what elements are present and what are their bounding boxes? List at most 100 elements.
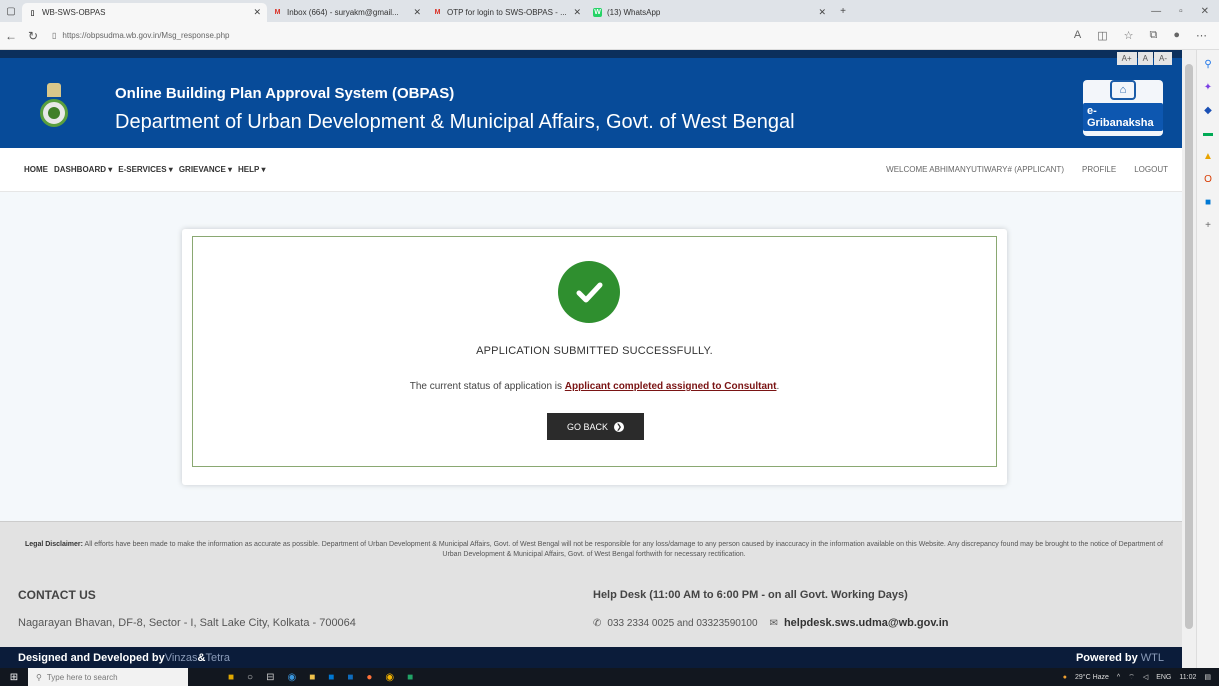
designer-link-1[interactable]: Vinzas xyxy=(165,652,198,664)
url-text: https://obpsudma.wb.gov.in/Msg_response.… xyxy=(62,31,230,40)
add-icon[interactable]: + xyxy=(1202,219,1214,231)
office-o-icon[interactable]: O xyxy=(1202,173,1214,185)
helpdesk-contacts: ✆ 033 2334 0025 and 03323590100 ✉ helpde… xyxy=(593,617,949,629)
page-scrollbar[interactable] xyxy=(1182,50,1196,668)
close-window-icon[interactable]: ✕ xyxy=(1201,6,1209,17)
language-indicator[interactable]: ENG xyxy=(1156,674,1171,681)
split-screen-icon[interactable]: ◫ xyxy=(1097,29,1107,42)
search-icon: ⚲ xyxy=(36,672,42,682)
task-view-icon[interactable]: ○ xyxy=(247,672,253,683)
gmail-icon: M xyxy=(274,9,281,16)
close-tab-icon[interactable]: ✕ xyxy=(573,7,581,18)
helpdesk-heading: Help Desk (11:00 AM to 6:00 PM - on all … xyxy=(593,589,908,601)
web-page: A+ A A- Online Building Plan Approval Sy… xyxy=(0,50,1182,668)
tray-chevron-icon[interactable]: ^ xyxy=(1117,674,1120,681)
network-icon[interactable]: ⌔ xyxy=(1128,673,1135,682)
weather-text[interactable]: 29°C Haze xyxy=(1075,674,1109,681)
font-normal-button[interactable]: A xyxy=(1137,52,1153,65)
mail-icon: ✉ xyxy=(769,617,778,629)
nav-help[interactable]: HELP ▾ xyxy=(238,165,265,174)
west-bengal-emblem xyxy=(40,83,68,141)
font-decrease-button[interactable]: A- xyxy=(1154,52,1172,65)
arrow-right-icon: ❯ xyxy=(614,421,624,432)
status-prefix: The current status of application is xyxy=(409,381,565,392)
favorite-icon[interactable]: ☆ xyxy=(1124,29,1134,42)
font-increase-button[interactable]: A+ xyxy=(1116,52,1137,65)
outlook-icon[interactable]: ■ xyxy=(1202,196,1214,208)
nav-logout[interactable]: LOGOUT xyxy=(1134,165,1168,174)
restore-icon[interactable]: ▫ xyxy=(1179,6,1183,17)
office-address: Nagarayan Bhavan, DF-8, Sector - I, Salt… xyxy=(18,617,356,629)
volume-icon[interactable]: ◁ xyxy=(1143,673,1148,681)
taskbar-search[interactable]: ⚲ Type here to search xyxy=(28,668,188,686)
tools-icon[interactable]: ◆ xyxy=(1202,104,1214,116)
edge-app-icon[interactable]: ◉ xyxy=(287,672,296,683)
tab-gmail-inbox[interactable]: M Inbox (664) - suryakm@gmail... ✕ xyxy=(267,3,427,22)
office-icon[interactable]: ▲ xyxy=(1202,150,1214,162)
tab-obpas[interactable]: ▯ WB-SWS-OBPAS ✕ xyxy=(22,3,267,22)
application-status: Applicant completed assigned to Consulta… xyxy=(564,381,777,392)
nav-e-services[interactable]: E-SERVICES ▾ xyxy=(118,165,173,174)
mail-app-icon[interactable]: ■ xyxy=(347,672,353,683)
site-subtitle: Department of Urban Development & Munici… xyxy=(115,111,795,133)
store-app-icon[interactable]: ■ xyxy=(328,672,334,683)
back-icon[interactable]: ← xyxy=(0,29,22,43)
main-nav: HOME DASHBOARD ▾ E-SERVICES ▾ GRIEVANCE … xyxy=(0,148,1182,192)
go-back-label: GO BACK xyxy=(566,421,608,432)
designer-link-2[interactable]: Tetra xyxy=(205,652,229,664)
excel-app-icon[interactable]: ■ xyxy=(407,672,413,683)
font-size-controls: A+ A A- xyxy=(1116,52,1172,65)
phone-icon: ✆ xyxy=(593,617,602,629)
explorer-app-icon[interactable]: ■ xyxy=(309,672,315,683)
firefox-app-icon[interactable]: ● xyxy=(366,672,372,683)
disclaimer-text: All efforts have been made to make the i… xyxy=(82,541,1163,558)
nav-profile[interactable]: PROFILE xyxy=(1082,165,1116,174)
designed-by-label: Designed and Developed by xyxy=(18,651,165,664)
close-tab-icon[interactable]: ✕ xyxy=(818,7,826,18)
site-header: A+ A A- Online Building Plan Approval Sy… xyxy=(0,50,1182,148)
status-line: The current status of application is App… xyxy=(193,381,996,392)
designed-join: & xyxy=(197,651,206,664)
minimize-icon[interactable]: — xyxy=(1151,6,1161,17)
read-aloud-icon[interactable]: A xyxy=(1074,29,1081,42)
notification-icon[interactable]: ▤ xyxy=(1204,673,1211,681)
tab-actions-icon[interactable]: ▢ xyxy=(0,0,22,22)
collections-icon[interactable]: ⧉ xyxy=(1149,29,1157,42)
nav-home[interactable]: HOME xyxy=(24,165,48,174)
discover-icon[interactable]: ✦ xyxy=(1202,81,1214,93)
nav-dashboard[interactable]: DASHBOARD ▾ xyxy=(54,165,112,174)
widgets-icon[interactable]: ⊟ xyxy=(266,672,274,683)
more-icon[interactable]: ⋯ xyxy=(1196,29,1207,42)
powered-by-link[interactable]: WTL xyxy=(1141,652,1164,664)
scrollbar-thumb[interactable] xyxy=(1185,64,1193,629)
clock[interactable]: 11:02 xyxy=(1179,674,1196,681)
tab-label: OTP for login to SWS-OBPAS - ... xyxy=(447,8,567,17)
address-bar: ← ↻ ▯ https://obpsudma.wb.gov.in/Msg_res… xyxy=(0,22,1219,50)
tab-gmail-otp[interactable]: M OTP for login to SWS-OBPAS - ... ✕ xyxy=(427,3,587,22)
folder-app-icon[interactable]: ■ xyxy=(228,672,234,683)
close-tab-icon[interactable]: ✕ xyxy=(413,7,421,18)
close-tab-icon[interactable]: ✕ xyxy=(253,7,261,18)
search-icon[interactable]: ⚲ xyxy=(1202,58,1214,70)
profile-avatar-icon[interactable]: ● xyxy=(1173,29,1180,42)
tab-label: WB-SWS-OBPAS xyxy=(42,8,106,17)
welcome-user: WELCOME ABHIMANYUTIWARY# (APPLICANT) xyxy=(886,165,1064,174)
helpdesk-email[interactable]: helpdesk.sws.udma@wb.gov.in xyxy=(784,617,949,629)
new-tab-icon[interactable]: + xyxy=(832,0,854,22)
whatsapp-icon: W xyxy=(593,8,602,17)
browser-tab-bar: ▢ ▯ WB-SWS-OBPAS ✕ M Inbox (664) - surya… xyxy=(0,0,1219,22)
url-field[interactable]: ▯ https://obpsudma.wb.gov.in/Msg_respons… xyxy=(52,27,552,45)
tab-whatsapp[interactable]: W (13) WhatsApp ✕ xyxy=(587,3,832,22)
gmail-icon: M xyxy=(434,9,441,16)
windows-taskbar: ⊞ ⚲ Type here to search ■ ○ ⊟ ◉ ■ ■ ■ ● … xyxy=(0,668,1219,686)
go-back-button[interactable]: GO BACK ❯ xyxy=(547,413,644,440)
logo-text: e-Gribanaksha xyxy=(1083,103,1163,131)
nav-grievance[interactable]: GRIEVANCE ▾ xyxy=(179,165,232,174)
chrome-app-icon[interactable]: ◉ xyxy=(385,672,394,683)
games-icon[interactable]: ▬ xyxy=(1202,127,1214,139)
response-card: APPLICATION SUBMITTED SUCCESSFULLY. The … xyxy=(182,229,1007,485)
refresh-icon[interactable]: ↻ xyxy=(22,29,44,43)
success-check-icon xyxy=(558,261,620,323)
status-suffix: . xyxy=(776,381,780,392)
windows-start-icon[interactable]: ⊞ xyxy=(0,672,28,683)
